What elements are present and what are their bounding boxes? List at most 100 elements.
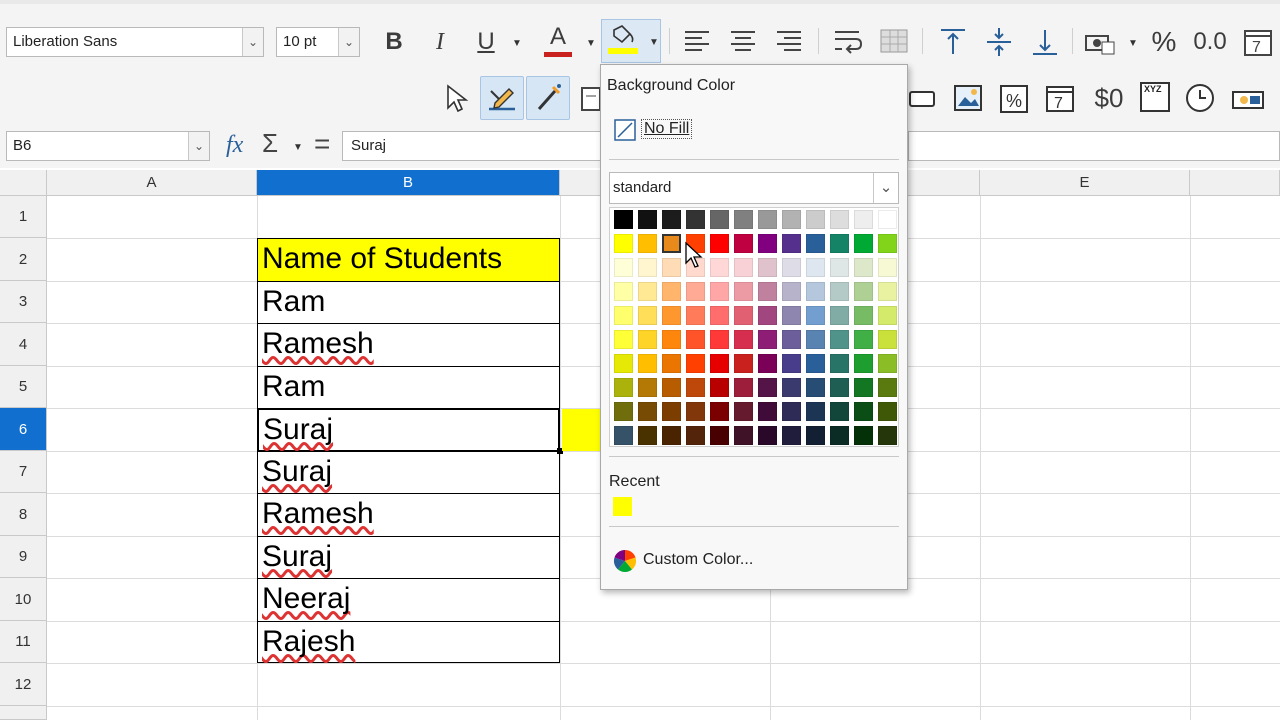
color-swatch[interactable]: [710, 210, 729, 229]
color-swatch[interactable]: [614, 354, 633, 373]
color-swatch[interactable]: [878, 258, 897, 277]
color-swatch[interactable]: [854, 306, 873, 325]
date-format-icon[interactable]: 7: [1242, 26, 1274, 58]
color-swatch[interactable]: [782, 234, 801, 253]
color-swatch[interactable]: [782, 210, 801, 229]
color-swatch[interactable]: [806, 402, 825, 421]
color-swatch[interactable]: [782, 258, 801, 277]
cell-b6-active[interactable]: Suraj: [257, 408, 560, 452]
color-swatch[interactable]: [662, 306, 681, 325]
color-swatch[interactable]: [662, 210, 681, 229]
color-swatch[interactable]: [638, 258, 657, 277]
sum-button[interactable]: Σ: [262, 128, 278, 159]
select-pointer-icon[interactable]: [442, 82, 470, 114]
align-right-icon[interactable]: [774, 26, 804, 56]
color-swatch[interactable]: [662, 258, 681, 277]
color-swatch[interactable]: [710, 402, 729, 421]
background-color-dropdown-arrow[interactable]: ▼: [649, 37, 659, 48]
color-swatch[interactable]: [638, 354, 657, 373]
color-swatch[interactable]: [782, 354, 801, 373]
font-size-combo[interactable]: 10 pt ⌄: [276, 27, 360, 57]
row-header-13[interactable]: [0, 706, 47, 720]
color-swatch[interactable]: [806, 378, 825, 397]
color-swatch[interactable]: [782, 306, 801, 325]
color-swatch[interactable]: [854, 402, 873, 421]
chevron-down-icon[interactable]: ⌄: [242, 28, 263, 56]
color-swatch[interactable]: [758, 210, 777, 229]
color-swatch[interactable]: [614, 234, 633, 253]
color-swatch[interactable]: [830, 378, 849, 397]
select-all-corner[interactable]: [0, 170, 47, 196]
color-swatch[interactable]: [734, 258, 753, 277]
cell-b8[interactable]: Ramesh: [257, 493, 560, 537]
cell-b3[interactable]: Ram: [257, 281, 560, 324]
align-top-icon[interactable]: [938, 26, 968, 58]
cell-b2-header[interactable]: Name of Students: [257, 238, 560, 282]
color-swatch[interactable]: [854, 258, 873, 277]
color-swatch[interactable]: [734, 234, 753, 253]
frame-icon[interactable]: [906, 84, 936, 112]
color-swatch[interactable]: [614, 426, 633, 445]
color-swatch[interactable]: [662, 234, 681, 253]
custom-color-button[interactable]: Custom Color...: [613, 549, 773, 575]
color-swatch[interactable]: [830, 306, 849, 325]
color-swatch[interactable]: [638, 234, 657, 253]
row-header-5[interactable]: 5: [0, 366, 47, 408]
color-swatch[interactable]: [662, 426, 681, 445]
color-swatch[interactable]: [686, 306, 705, 325]
image-icon[interactable]: [952, 82, 984, 114]
color-swatch[interactable]: [878, 426, 897, 445]
color-swatch[interactable]: [662, 378, 681, 397]
currency-dropdown-arrow[interactable]: ▼: [1128, 38, 1138, 49]
row-header-6[interactable]: 6: [0, 408, 47, 451]
draw-functions-button[interactable]: [480, 76, 524, 120]
italic-button[interactable]: I: [422, 24, 458, 60]
font-name-combo[interactable]: Liberation Sans ⌄: [6, 27, 264, 57]
color-swatch[interactable]: [806, 282, 825, 301]
percent-button[interactable]: %: [1146, 24, 1182, 60]
color-swatch[interactable]: [806, 354, 825, 373]
chevron-down-icon[interactable]: ⌄: [188, 132, 209, 160]
design-mode-button[interactable]: [526, 76, 570, 120]
color-swatch[interactable]: [854, 234, 873, 253]
color-swatch[interactable]: [758, 330, 777, 349]
color-swatch[interactable]: [854, 282, 873, 301]
color-swatch[interactable]: [614, 306, 633, 325]
formula-input-extension[interactable]: [908, 131, 1280, 161]
clock-icon[interactable]: [1184, 82, 1216, 114]
color-swatch[interactable]: [806, 258, 825, 277]
color-swatch[interactable]: [758, 258, 777, 277]
color-swatch[interactable]: [878, 330, 897, 349]
background-color-button[interactable]: ▼: [601, 19, 661, 63]
color-swatch[interactable]: [614, 210, 633, 229]
color-swatch[interactable]: [830, 282, 849, 301]
color-swatch[interactable]: [710, 354, 729, 373]
name-box[interactable]: B6 ⌄: [6, 131, 210, 161]
row-header-1[interactable]: 1: [0, 196, 47, 238]
wrap-text-icon[interactable]: [832, 26, 864, 56]
row-header-8[interactable]: 8: [0, 493, 47, 536]
cell-b7[interactable]: Suraj: [257, 451, 560, 494]
merge-cells-icon[interactable]: [878, 26, 910, 56]
color-swatch[interactable]: [734, 378, 753, 397]
color-swatch[interactable]: [686, 426, 705, 445]
color-swatch[interactable]: [878, 402, 897, 421]
row-header-9[interactable]: 9: [0, 536, 47, 578]
cell-b4[interactable]: Ramesh: [257, 323, 560, 367]
formula-button[interactable]: =: [314, 128, 330, 160]
function-wizard-button[interactable]: fx: [226, 132, 243, 159]
color-swatch[interactable]: [734, 354, 753, 373]
column-header-f[interactable]: [1190, 170, 1280, 196]
font-color-dropdown-arrow[interactable]: ▼: [586, 38, 596, 49]
color-swatch[interactable]: [734, 210, 753, 229]
color-swatch[interactable]: [614, 258, 633, 277]
color-swatch[interactable]: [686, 378, 705, 397]
color-swatch[interactable]: [854, 378, 873, 397]
align-bottom-icon[interactable]: [1030, 26, 1060, 58]
align-left-icon[interactable]: [682, 26, 712, 56]
color-swatch[interactable]: [638, 426, 657, 445]
row-header-2[interactable]: 2: [0, 238, 47, 281]
color-swatch[interactable]: [686, 354, 705, 373]
center-vertically-icon[interactable]: [984, 26, 1014, 58]
currency-field-button[interactable]: $0: [1088, 80, 1130, 116]
